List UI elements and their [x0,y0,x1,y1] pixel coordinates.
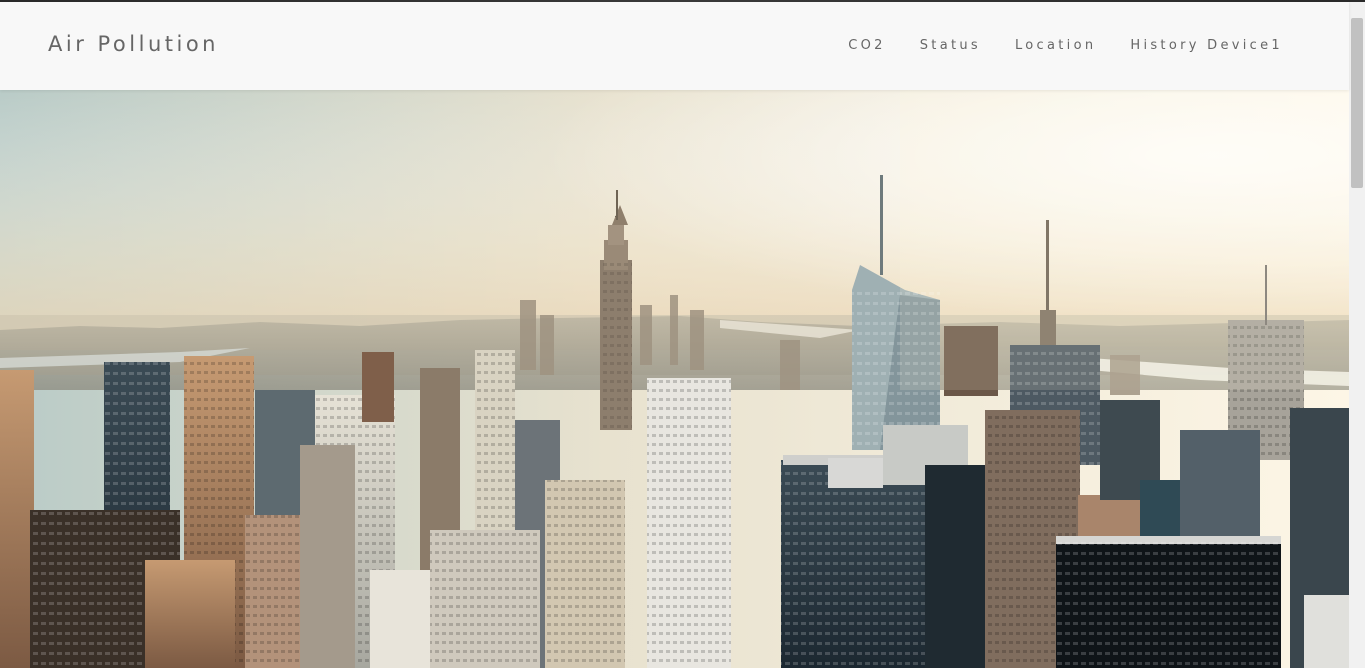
nav-link-co2[interactable]: CO2 [848,38,885,53]
scrollbar-thumb[interactable] [1351,18,1363,188]
navbar: Air Pollution CO2 Status Location Histor… [0,2,1349,90]
page-scrollbar[interactable] [1349,2,1365,668]
hero-city-image [0,90,1349,668]
nav-link-status[interactable]: Status [920,38,981,53]
nav-menu: CO2 Status Location History Device1 [848,38,1283,53]
nav-link-location[interactable]: Location [1015,38,1096,53]
nav-link-history-device1[interactable]: History Device1 [1130,38,1283,53]
city-skyline-illustration [0,90,1349,668]
brand-title[interactable]: Air Pollution [48,32,219,56]
